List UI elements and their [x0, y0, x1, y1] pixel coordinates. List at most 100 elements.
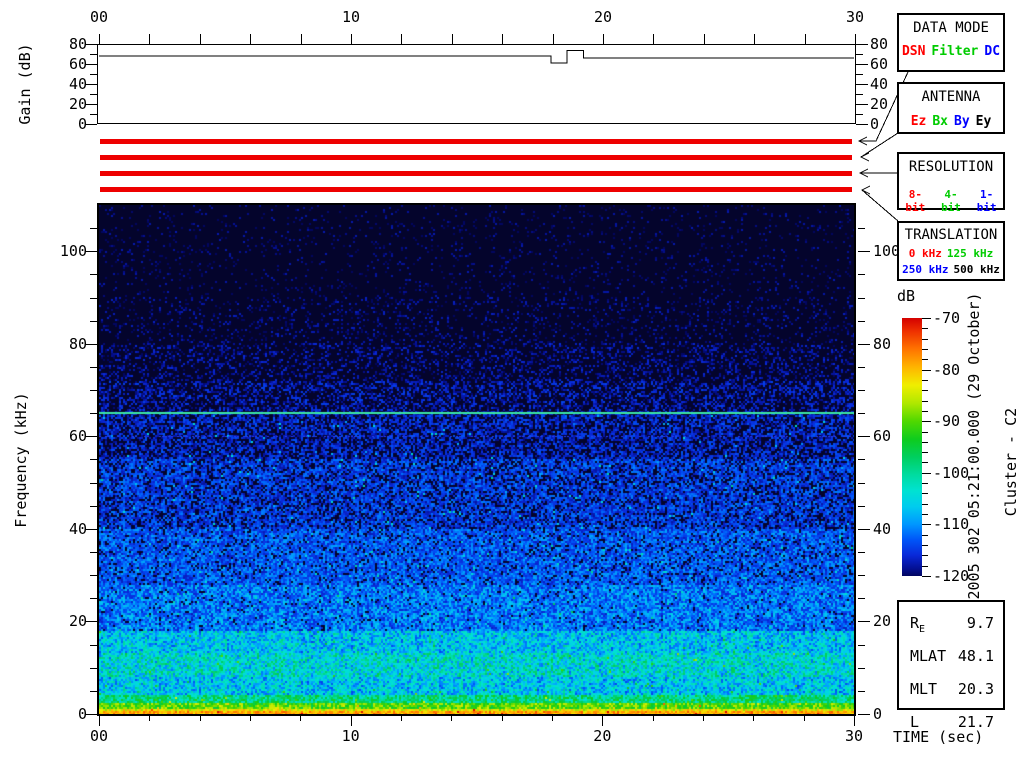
axis-tick [922, 348, 928, 350]
axis-tick [858, 343, 870, 345]
axis-tick [602, 716, 604, 726]
axis-tick [858, 667, 865, 669]
axis-tick [858, 459, 865, 461]
axis-tick [552, 716, 553, 721]
tick-label: 60 [870, 55, 889, 73]
tick-label: 60 [68, 55, 87, 73]
axis-tick [922, 514, 928, 516]
resolution-options: 8-bit 4-bit 1-bit [899, 188, 1003, 214]
translation-option-125khz: 125 kHz [946, 247, 994, 260]
axis-tick [922, 524, 931, 526]
axis-tick [922, 545, 928, 547]
tick-label: 40 [68, 519, 87, 538]
tick-label: 10 [341, 727, 360, 745]
axis-tick [858, 598, 865, 600]
tick-label: -120 [933, 567, 970, 585]
ephemeris-label-mlt: MLT [910, 680, 938, 698]
axis-tick [90, 74, 97, 75]
axis-tick [856, 84, 868, 85]
resolution-option-1bit: 1-bit [976, 188, 997, 214]
translation-option-500khz: 500 kHz [953, 263, 1000, 276]
tick-label: 20 [873, 612, 892, 631]
tick-label: 20 [68, 95, 87, 113]
tick-label: 20 [593, 727, 612, 745]
tick-label: -90 [933, 412, 961, 431]
antenna-option-ez: Ez [910, 114, 927, 129]
mode-bar [100, 155, 852, 160]
tick-label: 20 [68, 612, 87, 631]
axis-tick [858, 251, 870, 253]
tick-label: -100 [933, 463, 970, 482]
translation-title: TRANSLATION [904, 227, 998, 243]
axis-tick [855, 34, 856, 44]
data-mode-options: DSN Filter DC [899, 44, 1003, 59]
axis-tick [90, 505, 97, 507]
axis-tick [858, 552, 865, 554]
translation-row-2: 250 kHz 500 kHz [899, 263, 1003, 277]
data-mode-option-dc: DC [984, 44, 1001, 59]
axis-tick [856, 124, 868, 125]
axis-tick [858, 505, 865, 507]
tick-label: 0 [873, 705, 883, 723]
frequency-axis-label: Frequency (kHz) [12, 392, 30, 528]
axis-tick [300, 716, 302, 721]
ephemeris-row-mlat: MLAT 48.1 [899, 643, 1003, 676]
ephemeris-label-mlat: MLAT [910, 647, 947, 665]
axis-tick [803, 716, 805, 721]
axis-tick [250, 34, 252, 44]
tick-label: 40 [873, 519, 892, 538]
translation-option-250khz: 250 kHz [902, 263, 949, 276]
axis-tick [922, 338, 928, 340]
gain-trace [99, 50, 855, 64]
resolution-option-4bit: 4-bit [941, 188, 961, 214]
axis-tick [922, 472, 931, 474]
axis-tick [401, 716, 402, 721]
axis-tick [703, 716, 704, 721]
axis-tick [753, 716, 755, 721]
axis-tick [350, 716, 352, 726]
mode-bar [100, 139, 852, 144]
axis-tick [922, 410, 928, 412]
axis-tick [858, 413, 865, 415]
axis-tick [922, 369, 931, 371]
axis-tick [502, 34, 504, 44]
antenna-title: ANTENNA [921, 89, 981, 105]
translation-row-1: 0 kHz 125 kHz [899, 247, 1003, 261]
axis-tick [652, 716, 654, 721]
axis-tick [149, 716, 151, 721]
tick-label: 20 [593, 8, 613, 26]
axis-tick [90, 228, 97, 230]
axis-tick [922, 441, 928, 443]
axis-tick [99, 716, 100, 726]
axis-tick [856, 74, 863, 75]
axis-tick [922, 565, 928, 567]
axis-tick [90, 459, 97, 461]
datetime-label: 2005 302 05:21:00.000 (29 October) [965, 292, 983, 600]
axis-tick [856, 54, 863, 55]
axis-tick [922, 400, 928, 402]
tick-label: 20 [870, 95, 889, 113]
axis-tick [858, 482, 865, 484]
tick-label: 10 [341, 8, 361, 26]
axis-tick [858, 690, 865, 692]
axis-tick [856, 104, 868, 105]
ephemeris-row-l: L 21.7 [899, 709, 1003, 742]
antenna-options: Ez Bx By Ey [899, 114, 1003, 129]
axis-tick [90, 482, 97, 484]
ephemeris-value-l: 21.7 [957, 713, 994, 731]
axis-tick [856, 94, 863, 95]
tick-label: 00 [89, 8, 109, 26]
resolution-panel: RESOLUTION 8-bit 4-bit 1-bit [897, 152, 1005, 214]
axis-tick [90, 274, 97, 276]
tick-label: 30 [845, 8, 865, 26]
axis-tick [922, 483, 928, 485]
axis-tick [653, 34, 655, 44]
resolution-option-8bit: 8-bit [905, 188, 926, 214]
axis-tick [922, 421, 931, 423]
axis-tick [858, 621, 870, 623]
axis-tick [703, 34, 705, 44]
tick-label: 80 [873, 334, 892, 353]
axis-tick [90, 644, 97, 646]
colorbar [902, 318, 922, 576]
wbd-spectrogram-display: Gain (dB) Frequency (kHz) TIME (sec) dB … [0, 0, 1024, 768]
